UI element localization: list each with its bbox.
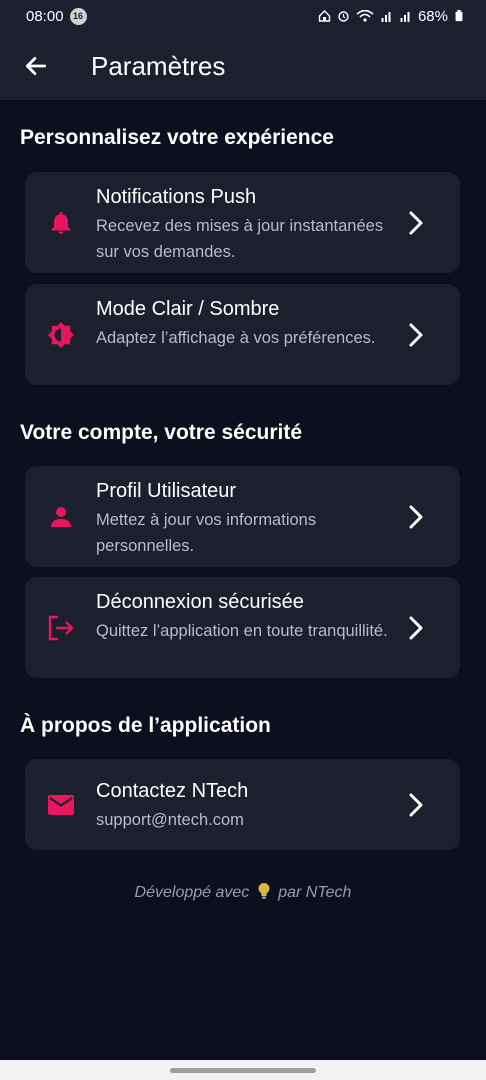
- system-navigation-bar: [0, 1060, 486, 1080]
- battery-icon: [455, 10, 463, 22]
- footer-credit: Développé avec par NTech: [0, 882, 486, 902]
- section-title-account-security: Votre compte, votre sécurité: [20, 421, 303, 444]
- page-title: Paramètres: [91, 50, 226, 81]
- item-title: Contactez NTech: [96, 780, 249, 802]
- notifications-push-item[interactable]: Notifications Push Recevez des mises à j…: [25, 172, 460, 273]
- footer-text-after: par NTech: [278, 884, 352, 901]
- section-title-about: À propos de l’application: [20, 714, 271, 737]
- contact-ntech-item[interactable]: Contactez NTech support@ntech.com: [25, 759, 460, 850]
- item-subtitle: support@ntech.com: [96, 811, 244, 829]
- footer-text-before: Développé avec: [134, 884, 250, 901]
- signal-icon-2: [400, 12, 410, 22]
- brightness-icon: [47, 321, 75, 349]
- chevron-right-icon: [406, 504, 426, 530]
- alarm-icon: [338, 11, 349, 22]
- app-bar: Paramètres: [0, 32, 486, 100]
- status-time: 08:00: [26, 7, 64, 25]
- item-title: Profil Utilisateur: [96, 480, 237, 502]
- user-profile-item[interactable]: Profil Utilisateur Mettez à jour vos inf…: [25, 466, 460, 567]
- back-button[interactable]: [22, 52, 50, 80]
- item-subtitle: Adaptez l’affichage à vos préférences.: [96, 329, 376, 347]
- item-title: Mode Clair / Sombre: [96, 298, 280, 320]
- arrow-back-icon: [25, 57, 47, 75]
- item-subtitle: Quittez l’application en toute tranquill…: [96, 622, 388, 640]
- chevron-right-icon: [406, 210, 426, 236]
- lightbulb-icon: [258, 883, 270, 899]
- theme-mode-item[interactable]: Mode Clair / Sombre Adaptez l’affichage …: [25, 284, 460, 385]
- home-icon: [318, 10, 331, 22]
- home-gesture-handle[interactable]: [170, 1067, 316, 1073]
- status-bar: 08:00 16 68%: [0, 0, 486, 32]
- item-title: Notifications Push: [96, 186, 257, 208]
- mail-icon: [47, 791, 75, 819]
- section-title-personalization: Personnalisez votre expérience: [20, 126, 334, 149]
- battery-percentage: 68%: [417, 7, 448, 25]
- secure-logout-item[interactable]: Déconnexion sécurisée Quittez l’applicat…: [25, 577, 460, 678]
- signal-icon: [381, 12, 391, 22]
- notification-count-badge: 16: [69, 7, 87, 25]
- chevron-right-icon: [406, 792, 426, 818]
- logout-icon: [47, 614, 75, 642]
- item-subtitle: Recevez des mises à jour instantanées su…: [96, 217, 384, 261]
- person-icon: [47, 503, 75, 531]
- item-title: Déconnexion sécurisée: [96, 591, 304, 613]
- item-subtitle: Mettez à jour vos informations personnel…: [96, 511, 317, 555]
- wifi-icon: [356, 10, 374, 22]
- chevron-right-icon: [406, 322, 426, 348]
- chevron-right-icon: [406, 615, 426, 641]
- bell-icon: [47, 209, 75, 237]
